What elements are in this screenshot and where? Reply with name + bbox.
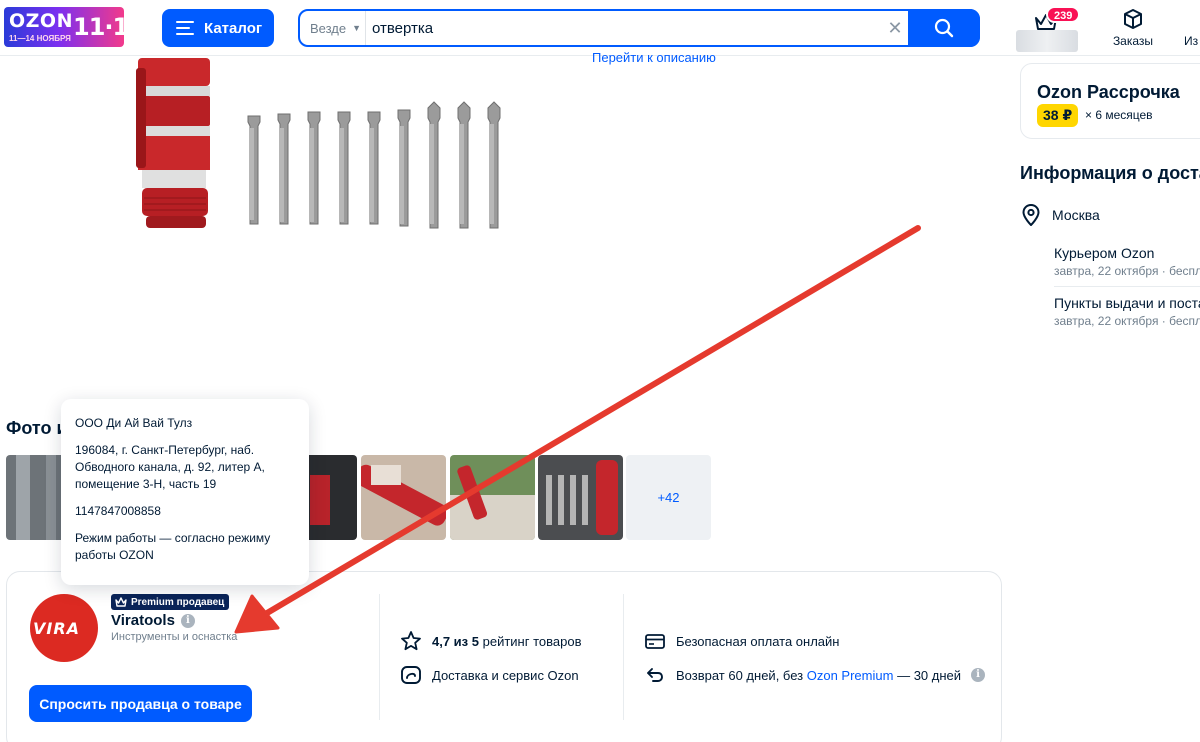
- caret-down-icon: ▼: [352, 23, 362, 33]
- customer-photo[interactable]: [538, 455, 623, 540]
- catalog-button[interactable]: Каталог: [162, 9, 274, 47]
- premium-seller-badge: Premium продавец: [111, 594, 230, 610]
- box-icon: [1124, 9, 1142, 29]
- delivery-service-text: Доставка и сервис Ozon: [432, 667, 579, 683]
- delivery-option-courier[interactable]: Курьером Ozon завтра, 22 октября · беспл…: [1054, 245, 1200, 278]
- safe-payment-text: Безопасная оплата онлайн: [676, 633, 840, 649]
- info-icon[interactable]: i: [971, 668, 986, 682]
- catalog-label: Каталог: [204, 19, 263, 37]
- info-icon[interactable]: i: [180, 613, 195, 628]
- safe-payment: Безопасная оплата онлайн: [644, 630, 839, 652]
- return-suffix: — 30 дней: [897, 667, 962, 683]
- installment-title: Ozon Рассрочка: [1037, 82, 1180, 102]
- location-pin-icon: [1022, 204, 1040, 226]
- search-scope-select[interactable]: Везде ▼: [300, 11, 366, 45]
- return-prefix: Возврат 60 дней, без: [676, 667, 804, 683]
- ozon-service-icon: [401, 666, 421, 684]
- divider: [379, 594, 380, 720]
- logo-dates: 11—14 НОЯБРЯ: [9, 34, 71, 43]
- clear-icon[interactable]: ✕: [884, 17, 906, 39]
- tooltip-company: ООО Ди Ай Вай Тулз: [75, 416, 193, 430]
- installment-months: × 6 месяцев: [1085, 108, 1153, 122]
- favorites-link[interactable]: Из: [1176, 6, 1200, 50]
- blurred-username: [1016, 30, 1078, 52]
- tooltip-address: 196084, г. Санкт-Петербург, наб. Обводно…: [75, 443, 265, 491]
- divider: [1054, 286, 1200, 287]
- product-image[interactable]: [130, 58, 530, 238]
- logo-text: OZON: [9, 10, 73, 32]
- search-input[interactable]: [372, 11, 872, 45]
- search-icon: [934, 18, 954, 38]
- star-icon: [401, 631, 421, 651]
- premium-seller-label: Premium продавец: [131, 596, 225, 608]
- ozon-logo[interactable]: OZON 11—14 НОЯБРЯ 11·11: [4, 7, 124, 47]
- rating-value: 4,7 из 5: [432, 633, 479, 649]
- seller-name-row[interactable]: Viratools i: [111, 612, 195, 629]
- seller-delivery-service: Доставка и сервис Ozon: [400, 664, 579, 686]
- search-scope-value: Везде: [310, 20, 347, 36]
- description-link[interactable]: Перейти к описанию: [592, 50, 716, 65]
- orders-link[interactable]: Заказы: [1108, 6, 1158, 50]
- delivery-option-pickup[interactable]: Пункты выдачи и постаматы завтра, 22 окт…: [1054, 295, 1200, 328]
- divider: [623, 594, 624, 720]
- seller-logo-text: VIRA: [33, 619, 81, 638]
- rating-suffix: рейтинг товаров: [482, 633, 582, 649]
- tooltip-hours: Режим работы — согласно режиму работы OZ…: [75, 531, 271, 562]
- customer-photo[interactable]: [450, 455, 535, 540]
- delivery-option-date: завтра, 22 октября · бесплатно: [1054, 314, 1200, 328]
- return-policy: Возврат 60 дней, без Ozon Premium — 30 д…: [644, 664, 986, 686]
- top-header: OZON 11—14 НОЯБРЯ 11·11 Каталог Везде ▼ …: [0, 0, 1200, 56]
- city-name: Москва: [1052, 207, 1100, 223]
- seller-name: Viratools: [111, 612, 175, 629]
- seller-logo[interactable]: VIRA: [30, 594, 98, 662]
- favorites-label: Из: [1184, 34, 1199, 48]
- seller-rating: 4,7 из 5 рейтинг товаров: [400, 630, 581, 652]
- delivery-info-title: Информация о доставке: [1020, 163, 1200, 183]
- return-arrow-icon: [647, 668, 663, 682]
- card-icon: [645, 634, 665, 649]
- more-photos-count: +42: [657, 490, 680, 505]
- more-photos-button[interactable]: +42: [626, 455, 711, 540]
- search-button[interactable]: [908, 9, 980, 47]
- orders-label: Заказы: [1112, 34, 1154, 48]
- crown-icon: [115, 597, 127, 607]
- menu-icon: [176, 21, 194, 35]
- search-bar: Везде ▼ ✕: [298, 9, 980, 47]
- customer-photo[interactable]: [361, 455, 446, 540]
- points-badge: 239: [1046, 6, 1081, 23]
- ask-seller-button[interactable]: Спросить продавца о товаре: [29, 685, 252, 722]
- logo-sale: 11·11: [73, 13, 124, 41]
- delivery-option-date: завтра, 22 октября · бесплатно: [1054, 264, 1200, 278]
- delivery-option-name: Курьером Ozon: [1054, 245, 1155, 261]
- seller-category: Инструменты и оснастка: [111, 631, 238, 643]
- delivery-option-name: Пункты выдачи и постаматы: [1054, 295, 1200, 311]
- installment-card[interactable]: Ozon Рассрочка 38 ₽ × 6 месяцев: [1020, 63, 1200, 139]
- ozon-premium-link[interactable]: Ozon Premium: [807, 668, 894, 683]
- seller-info-tooltip: ООО Ди Ай Вай Тулз 196084, г. Санкт-Пете…: [61, 399, 309, 585]
- premium-account[interactable]: 239: [1016, 6, 1081, 52]
- installment-price: 38 ₽: [1037, 104, 1079, 127]
- delivery-city[interactable]: Москва: [1022, 204, 1100, 226]
- tooltip-ogrn: 1147847008858: [75, 504, 161, 518]
